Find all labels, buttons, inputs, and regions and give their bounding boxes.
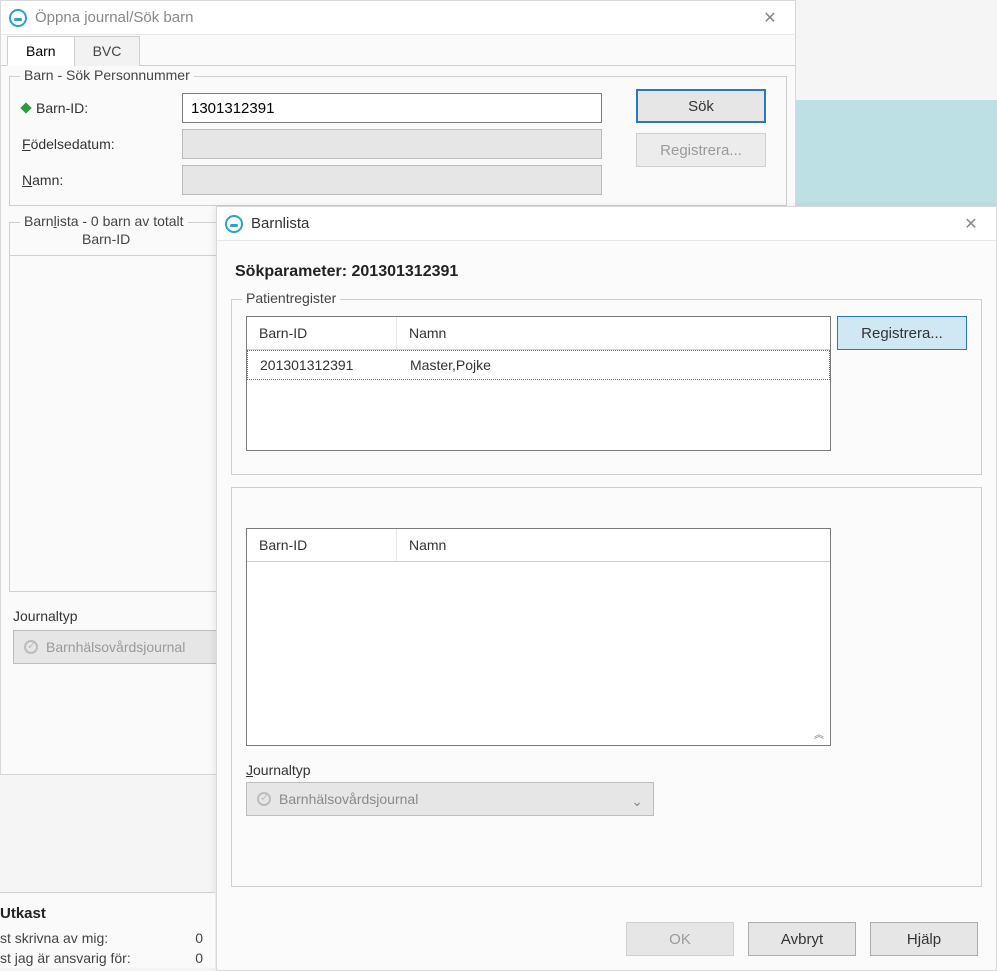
tab-barn[interactable]: Barn bbox=[7, 36, 75, 66]
sokparam-value: 201301312391 bbox=[352, 263, 459, 280]
col-barn-id[interactable]: Barn-ID bbox=[247, 317, 397, 349]
barn-id-label-text: Barn-ID: bbox=[36, 100, 88, 116]
utkast-row2-label: st jag är ansvarig för: bbox=[0, 950, 131, 966]
sokparameter-label: Sökparameter: 201301312391 bbox=[231, 251, 982, 299]
search-buttons: Sök Registrera... bbox=[636, 89, 766, 167]
name-input bbox=[182, 165, 602, 195]
check-icon bbox=[24, 640, 38, 654]
utkast-row-1: st skrivna av mig: 0 bbox=[0, 928, 207, 948]
journaltyp-select[interactable]: Barnhälsovårdsjournal ⌄ bbox=[246, 782, 654, 816]
cell-namn: Master,Pojke bbox=[398, 355, 829, 375]
barnlista-dialog: Barnlista ✕ Sökparameter: 201301312391 P… bbox=[216, 206, 997, 971]
barn-id-input[interactable] bbox=[182, 93, 602, 123]
app-icon bbox=[225, 215, 243, 233]
dob-label: Födelsedatum: bbox=[22, 136, 182, 152]
barn-id-label: Barn-ID: bbox=[22, 100, 182, 116]
patientregister-header: Barn-ID Namn bbox=[247, 317, 830, 350]
table-row[interactable]: 201301312391 Master,Pojke bbox=[247, 350, 830, 380]
registrera-button[interactable]: Registrera... bbox=[837, 316, 967, 350]
registrera-button[interactable]: Registrera... bbox=[636, 133, 766, 167]
dob-accel: F bbox=[22, 136, 31, 152]
utkast-row2-val: 0 bbox=[195, 950, 203, 966]
dob-label-rest: ödelsedatum: bbox=[31, 136, 115, 152]
required-marker-icon bbox=[20, 102, 31, 113]
dialog-titlebar: Barnlista ✕ bbox=[217, 207, 996, 241]
col-namn[interactable]: Namn bbox=[397, 529, 830, 561]
sok-button[interactable]: Sök bbox=[636, 89, 766, 123]
sokparam-prefix: Sökparameter: bbox=[235, 263, 352, 280]
dob-input bbox=[182, 129, 602, 159]
dialog-title: Barnlista bbox=[251, 215, 954, 232]
name-label-rest: amn: bbox=[32, 172, 63, 188]
chevron-up-icon[interactable]: ︽ bbox=[814, 726, 824, 741]
tabs: Barn BVC bbox=[1, 35, 795, 66]
lower-table: Barn-ID Namn ︽ bbox=[246, 528, 831, 746]
search-fieldset: Barn - Sök Personnummer Barn-ID: Födelse… bbox=[9, 76, 787, 206]
journaltyp-select[interactable]: Barnhälsovårdsjournal bbox=[13, 630, 223, 664]
patientregister-legend: Patientregister bbox=[242, 290, 340, 306]
search-legend: Barn - Sök Personnummer bbox=[20, 67, 194, 83]
chevron-down-icon: ⌄ bbox=[631, 793, 643, 810]
cell-barn-id: 201301312391 bbox=[248, 355, 398, 375]
journaltyp-rest: ournaltyp bbox=[253, 762, 311, 778]
barnlista-legend-suffix: ista - 0 barn av totalt bbox=[57, 213, 184, 229]
avbryt-button[interactable]: Avbryt bbox=[748, 922, 856, 956]
app-icon bbox=[9, 9, 27, 27]
name-accel: N bbox=[22, 172, 32, 188]
ok-button[interactable]: OK bbox=[626, 922, 734, 956]
utkast-heading: Utkast bbox=[0, 899, 207, 928]
table-empty-space bbox=[247, 380, 830, 450]
col-barn-id[interactable]: Barn-ID bbox=[247, 529, 397, 561]
journaltyp-label: Journaltyp bbox=[246, 762, 967, 778]
patientregister-table: Barn-ID Namn 201301312391 Master,Pojke bbox=[246, 316, 831, 451]
close-icon[interactable]: ✕ bbox=[753, 3, 787, 33]
tab-bvc[interactable]: BVC bbox=[74, 36, 141, 66]
journaltyp-accel: J bbox=[246, 762, 253, 778]
barnlista-legend: Barnlista - 0 barn av totalt bbox=[20, 213, 188, 229]
journaltyp-value: Barnhälsovårdsjournal bbox=[279, 791, 418, 807]
registrera-wrap: Registrera... bbox=[837, 316, 967, 350]
close-icon[interactable]: ✕ bbox=[954, 209, 988, 239]
hjalp-button[interactable]: Hjälp bbox=[870, 922, 978, 956]
utkast-panel: Utkast st skrivna av mig: 0 st jag är an… bbox=[0, 892, 215, 968]
journaltyp-value: Barnhälsovårdsjournal bbox=[46, 639, 185, 655]
patientregister-groupbox: Patientregister Barn-ID Namn 20130131239… bbox=[231, 299, 982, 475]
dialog-buttons: OK Avbryt Hjälp bbox=[626, 922, 978, 956]
dialog-body: Sökparameter: 201301312391 Patientregist… bbox=[217, 241, 996, 905]
check-icon bbox=[257, 792, 271, 806]
col-namn[interactable]: Namn bbox=[397, 317, 830, 349]
barnlista-legend-prefix: Barn bbox=[24, 213, 54, 229]
name-row: Namn: bbox=[22, 165, 774, 195]
lower-header: Barn-ID Namn bbox=[247, 529, 830, 562]
utkast-row-2: st jag är ansvarig för: 0 bbox=[0, 948, 207, 968]
lower-groupbox: Barn-ID Namn ︽ Journaltyp Barnhälsovårds… bbox=[231, 487, 982, 887]
utkast-row1-label: st skrivna av mig: bbox=[0, 930, 108, 946]
utkast-row1-val: 0 bbox=[195, 930, 203, 946]
window-title: Öppna journal/Sök barn bbox=[35, 9, 753, 26]
background-teal-strip bbox=[796, 100, 997, 206]
name-label: Namn: bbox=[22, 172, 182, 188]
titlebar: Öppna journal/Sök barn ✕ bbox=[1, 1, 795, 35]
